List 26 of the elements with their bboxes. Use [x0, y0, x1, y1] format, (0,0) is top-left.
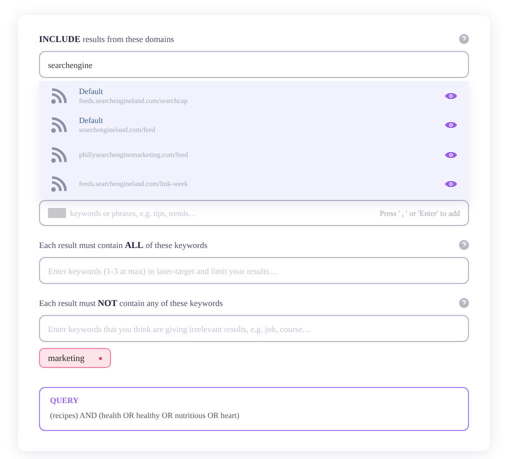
- tag-input-field[interactable]: keywords or phrases, e.g. tips, trends… Press ' , ' or 'Enter' to add: [39, 200, 469, 226]
- help-icon[interactable]: [459, 240, 469, 250]
- eye-icon[interactable]: [445, 150, 457, 159]
- input-hint: Press ' , ' or 'Enter' to add: [380, 208, 460, 218]
- feed-title[interactable]: Default: [79, 86, 433, 96]
- query-text: (recipes) AND (health OR healthy OR nutritious OR heart): [50, 411, 240, 420]
- field-label: Each result must NOT contain any of these keywords: [39, 298, 223, 308]
- rss-icon: [51, 88, 67, 104]
- query-title: QUERY: [50, 396, 80, 405]
- keyword-input-field[interactable]: keywords or phrases, e.g. tips, trends…: [68, 208, 378, 218]
- domain-input-field[interactable]: searchengine: [39, 51, 469, 78]
- keyword-input-field[interactable]: Enter keywords (1-3 at max) to laser-target and limit your results…: [39, 257, 469, 284]
- eye-icon[interactable]: [445, 121, 457, 130]
- eye-icon[interactable]: [445, 92, 457, 100]
- tag-label: marketing: [48, 353, 84, 363]
- help-icon[interactable]: [459, 298, 469, 308]
- rss-icon: [51, 146, 67, 163]
- keyword-input-field[interactable]: Enter keywords that you think are giving irrelevant results, e.g. job, course…: [39, 315, 469, 342]
- field-label: Each result must contain ALL of these keywords: [39, 240, 208, 250]
- rss-icon: [51, 117, 67, 134]
- remove-icon[interactable]: [98, 356, 102, 360]
- help-icon[interactable]: [459, 34, 469, 44]
- field-label: INCLUDE results from these domains: [39, 34, 174, 44]
- rss-icon: [51, 176, 67, 192]
- feed-title[interactable]: Default: [79, 116, 433, 126]
- eye-icon[interactable]: [445, 180, 457, 188]
